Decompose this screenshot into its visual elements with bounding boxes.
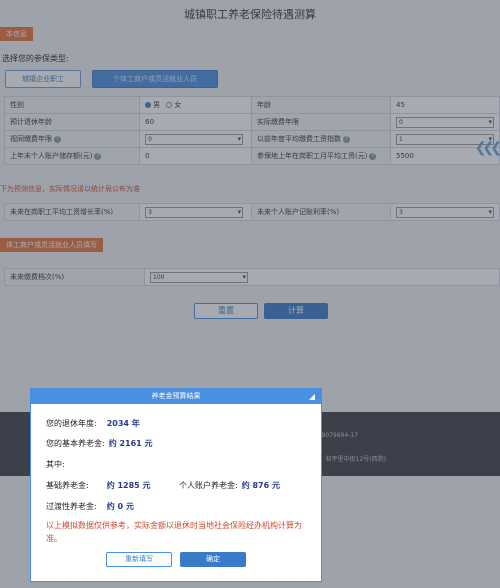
basic-pension-row: 您的基本养老金: 约 2161 元 [46,438,153,449]
base-pension-row: 基础养老金: 约 1285 元 [46,480,151,491]
base-pension-value: 约 1285 元 [106,481,151,490]
transition-row: 过渡性养老金: 约 0 元 [46,501,134,512]
confirm-button[interactable]: 确定 [180,552,246,567]
basic-pension-value: 约 2161 元 [108,439,153,448]
modal-note: 以上模拟数据仅供参考，实际金额以退休时当地社会保险经办机构计算为准。 [46,521,302,543]
base-pension-label: 基础养老金: [46,481,89,490]
personal-pension-row: 个人账户养老金: 约 876 元 [179,480,280,491]
retire-year-label: 您的退休年度: [46,419,97,428]
result-modal: 养老金预算结果 ◢ 您的退休年度: 2034 年 您的基本养老金: 约 2161 元… [30,388,322,582]
close-icon[interactable]: ◢ [309,389,315,404]
retire-year-value: 2034 年 [106,419,140,428]
refill-button[interactable]: 重新填写 [106,552,172,567]
personal-pension-label: 个人账户养老金: [179,481,238,490]
modal-title: 养老金预算结果 [151,392,201,400]
personal-pension-value: 约 876 元 [241,481,280,490]
transition-value: 约 0 元 [106,502,134,511]
modal-header: 养老金预算结果 ◢ [31,389,321,404]
basic-pension-label: 您的基本养老金: [46,439,105,448]
retire-year-row: 您的退休年度: 2034 年 [46,418,140,429]
transition-label: 过渡性养老金: [46,502,97,511]
among-label: 其中: [46,460,65,469]
